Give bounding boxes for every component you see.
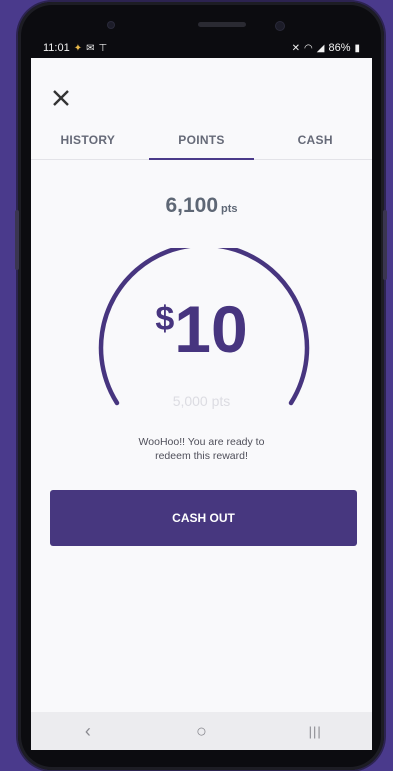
close-icon-graphic [53, 90, 69, 106]
reward-value: $10 [31, 296, 372, 362]
cast-icon: ⊤ [98, 42, 108, 54]
app-icon: ✦ [73, 42, 83, 54]
status-right: ✕ ◠ ◢ 86% ▮ [292, 42, 360, 54]
front-camera [276, 22, 284, 30]
reward-currency: $ [155, 300, 175, 338]
tab-history[interactable]: HISTORY [31, 126, 145, 159]
tab-bar: HISTORY POINTS CASH [31, 126, 372, 160]
cash-out-button[interactable]: CASH OUT [50, 490, 357, 546]
tab-points[interactable]: POINTS [145, 126, 259, 160]
reward-message: WooHoo!! You are ready to redeem this re… [138, 436, 265, 462]
battery-icon: ▮ [354, 42, 360, 54]
tab-cash[interactable]: CASH [258, 126, 372, 159]
reward-cost: 5,000 pts [172, 393, 231, 409]
points-balance: 6,100 pts [31, 194, 372, 218]
app-screen: HISTORY POINTS CASH 6,100 pts $10 5,000 p… [31, 58, 372, 742]
wifi-icon: ◠ [304, 42, 313, 54]
points-balance-value: 6,100 [165, 194, 219, 217]
status-left: 11:01 ✦ ✉ ⊤ [43, 42, 107, 54]
signal-icon: ◢ [316, 42, 325, 54]
status-bar: 11:01 ✦ ✉ ⊤ ✕ ◠ ◢ 86% ▮ [31, 38, 372, 58]
reward-amount: 10 [174, 292, 248, 366]
close-icon[interactable] [49, 86, 73, 110]
battery-level: 86% [328, 42, 351, 54]
speaker-grille [198, 22, 246, 27]
notification-icon: ✉ [86, 42, 95, 54]
points-balance-unit: pts [221, 203, 238, 215]
mute-icon: ✕ [291, 42, 301, 54]
android-nav-bar: ‹ ○ ||| [31, 712, 372, 750]
nav-back-button[interactable]: ‹ [68, 721, 108, 742]
sensor [108, 22, 114, 28]
nav-recents-button[interactable]: ||| [295, 724, 335, 739]
status-time: 11:01 [43, 42, 70, 54]
volume-button [15, 210, 19, 270]
nav-home-button[interactable]: ○ [181, 721, 221, 742]
power-button [383, 210, 387, 280]
